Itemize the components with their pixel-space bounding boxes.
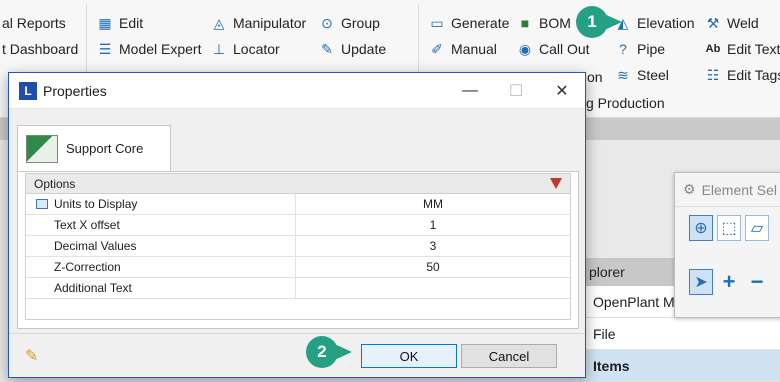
ribbon-item-group[interactable]: ⊙ Group: [318, 12, 380, 34]
callout-number: 1: [576, 6, 608, 38]
property-value[interactable]: 50: [296, 257, 570, 277]
ribbon-item-update[interactable]: ✎ Update: [318, 38, 386, 60]
settings-wizard-icon[interactable]: ✎: [25, 346, 45, 366]
ribbon-item-bom[interactable]: ■ BOM: [516, 12, 571, 34]
properties-dialog: L Properties — ☐ ✕ Support Core Options …: [8, 72, 586, 378]
callout-badge-1: 1: [576, 6, 622, 38]
tags-icon: ☷: [706, 66, 720, 83]
callout-icon: ◉: [518, 40, 532, 57]
ribbon-item-pipe[interactable]: ? Pipe: [614, 38, 665, 60]
pipe-icon: ?: [619, 41, 627, 57]
explorer-row-selected[interactable]: Items: [581, 350, 780, 382]
ribbon-item-manual[interactable]: ✐ Manual: [428, 38, 497, 60]
steel-icon: ≋: [617, 66, 629, 83]
tab-row: Support Core: [17, 125, 171, 171]
weld-icon: ⚒: [706, 14, 720, 31]
property-value[interactable]: MM: [296, 194, 570, 214]
property-grid-empty: [26, 299, 570, 319]
gear-icon: ⚙: [683, 181, 696, 197]
maximize-icon: ☐: [508, 82, 524, 100]
selector-toolbar-2: ➤ + −: [675, 249, 780, 303]
ribbon-item-edit-tags[interactable]: ☷ Edit Tags: [704, 64, 780, 86]
tab-support-core[interactable]: Support Core: [17, 125, 171, 171]
cancel-button[interactable]: Cancel: [461, 344, 557, 368]
ribbon-item-generate[interactable]: ▭ Generate: [428, 12, 509, 34]
selector-toolbar-1: ⊕ ⬚ ▱: [675, 207, 780, 249]
ribbon-item-weld[interactable]: ⚒ Weld: [704, 12, 759, 34]
dialog-footer: ✎ OK Cancel: [9, 333, 585, 377]
support-core-icon: [26, 134, 58, 163]
text-icon: Ab: [705, 43, 721, 55]
tab-label: Support Core: [66, 141, 144, 156]
property-row[interactable]: Text X offset 1: [26, 215, 570, 236]
crosshair-select-icon[interactable]: ⊕: [689, 215, 713, 241]
manipulator-icon: ◬: [213, 14, 225, 31]
ribbon-item-steel[interactable]: ≋ Steel: [614, 64, 669, 86]
ribbon-item-elevation[interactable]: ◭ Elevation: [614, 12, 695, 34]
bom-icon: ■: [520, 15, 530, 31]
grid-icon: ▦: [98, 14, 112, 31]
group-icon: ⊙: [321, 14, 333, 31]
dialog-title: Properties: [43, 82, 107, 99]
ribbon-item-locator[interactable]: ⊥ Locator: [210, 38, 280, 60]
property-name: Additional Text: [54, 281, 132, 295]
ribbon-item-manipulator[interactable]: ◬ Manipulator: [210, 12, 307, 34]
property-row[interactable]: Additional Text: [26, 278, 570, 299]
ribbon-group-production: g Production: [586, 95, 665, 111]
callout-number: 2: [306, 336, 338, 368]
property-value[interactable]: 1: [296, 215, 570, 235]
close-icon[interactable]: ✕: [539, 73, 585, 109]
add-icon[interactable]: +: [717, 269, 741, 295]
property-row[interactable]: Z-Correction 50: [26, 257, 570, 278]
property-name: Z-Correction: [54, 260, 121, 274]
block-select-icon[interactable]: ⬚: [717, 215, 741, 241]
property-row[interactable]: Decimal Values 3: [26, 236, 570, 257]
ribbon-item-edit-text[interactable]: Ab Edit Text: [704, 38, 780, 60]
element-selector-window: ⚙ Element Sel ⊕ ⬚ ▱ ➤ + −: [674, 172, 780, 318]
element-selector-title: ⚙ Element Sel: [675, 173, 780, 207]
property-name: Units to Display: [54, 197, 138, 211]
collapse-arrow-icon[interactable]: [550, 178, 562, 189]
callout-badge-2: 2: [306, 336, 352, 368]
ribbon-item-reports[interactable]: al Reports: [2, 12, 66, 34]
locator-icon: ⊥: [212, 40, 226, 57]
manual-icon: ✐: [431, 40, 443, 57]
property-name: Text X offset: [54, 218, 120, 232]
ribbon-item-dashboard[interactable]: t Dashboard: [2, 38, 78, 60]
list-icon: ☰: [98, 40, 112, 57]
explorer-row[interactable]: File: [581, 318, 780, 350]
update-icon: ✎: [321, 40, 333, 57]
ribbon-item-edit[interactable]: ▦ Edit: [96, 12, 143, 34]
app-icon: L: [19, 81, 37, 100]
minimize-icon[interactable]: —: [447, 73, 493, 109]
pointer-icon[interactable]: ➤: [689, 269, 714, 295]
subtract-icon[interactable]: −: [745, 269, 769, 295]
property-value[interactable]: [296, 278, 570, 298]
property-value[interactable]: 3: [296, 236, 570, 256]
dialog-titlebar: L Properties — ☐ ✕: [9, 73, 585, 109]
property-name: Decimal Values: [54, 239, 137, 253]
ok-button[interactable]: OK: [361, 344, 457, 368]
shape-select-icon[interactable]: ▱: [745, 215, 769, 241]
property-row[interactable]: Units to Display MM: [26, 194, 570, 215]
ribbon-item-model-expert[interactable]: ☰ Model Expert: [96, 38, 202, 60]
property-grid: Options Units to Display MM Text X offse…: [25, 173, 571, 320]
units-icon: [36, 199, 48, 209]
generate-icon: ▭: [430, 14, 444, 31]
ribbon-item-call-out[interactable]: ◉ Call Out: [516, 38, 590, 60]
options-header[interactable]: Options: [26, 174, 570, 194]
